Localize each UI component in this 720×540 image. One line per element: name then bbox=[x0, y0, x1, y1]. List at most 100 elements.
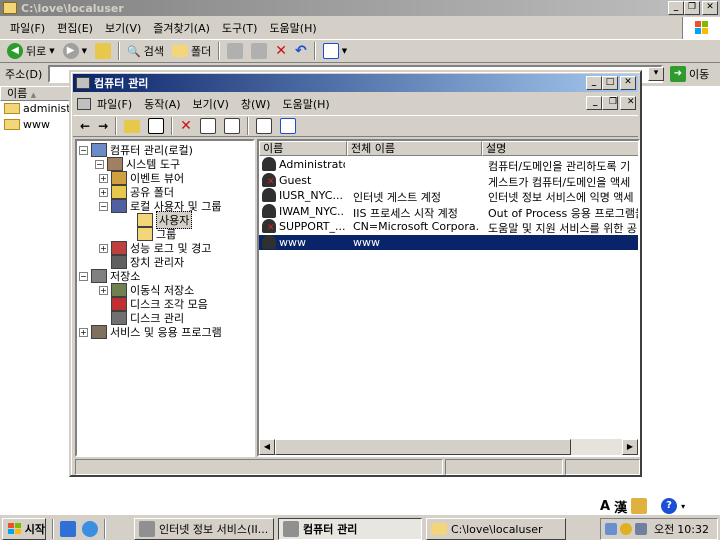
user-row[interactable]: www www bbox=[259, 234, 638, 250]
move-to-button[interactable] bbox=[223, 41, 247, 61]
go-button[interactable]: ➜ 이동 bbox=[666, 64, 713, 84]
expand-icon[interactable]: + bbox=[99, 243, 108, 253]
up-one-level-button[interactable] bbox=[120, 116, 144, 136]
menu-window[interactable]: 창(W) bbox=[235, 96, 277, 112]
menu-edit[interactable]: 편집(E) bbox=[51, 20, 99, 36]
ime-hanja-button[interactable]: 漢 bbox=[614, 497, 627, 516]
task-button-explorer[interactable]: C:\love\localuser bbox=[426, 518, 566, 540]
tree-node[interactable]: + 이벤트 뷰어 bbox=[99, 171, 184, 185]
user-row[interactable]: ✕ SUPPORT_... CN=Microsoft Corpora... 도움말 및… bbox=[259, 219, 638, 235]
search-button[interactable]: 🔍 검색 bbox=[123, 41, 168, 61]
copy-to-button[interactable] bbox=[247, 41, 271, 61]
column-header-name[interactable]: 이름 bbox=[259, 141, 347, 156]
tree-node[interactable]: − 저장소 bbox=[79, 269, 140, 283]
collapse-icon[interactable]: − bbox=[79, 271, 88, 281]
scroll-thumb[interactable] bbox=[275, 439, 571, 455]
tree-node[interactable]: + 공유 폴더 bbox=[99, 185, 174, 199]
collapse-icon[interactable]: − bbox=[79, 145, 88, 155]
clock[interactable]: 10:32 bbox=[677, 523, 709, 536]
start-button[interactable]: 시작 bbox=[2, 518, 46, 540]
restore-button[interactable]: ❐ bbox=[684, 1, 700, 15]
close-button[interactable]: ✕ bbox=[620, 76, 636, 90]
user-row[interactable]: IUSR_NYC... 인터넷 게스트 계정 인터넷 정보 서비스에 익명 액세 bbox=[259, 188, 638, 204]
minimize-button[interactable]: _ bbox=[586, 76, 602, 90]
expand-icon[interactable]: + bbox=[79, 327, 88, 337]
tree-node[interactable]: 사용자 bbox=[125, 211, 193, 229]
tree-node[interactable]: 그룹 bbox=[125, 227, 176, 241]
show-tree-button[interactable] bbox=[144, 116, 168, 136]
scroll-right-button[interactable]: ▶ bbox=[622, 439, 638, 455]
child-close-button[interactable]: ✕ bbox=[620, 96, 636, 110]
help-button[interactable] bbox=[252, 116, 276, 136]
cell-name: IWAM_NYC... bbox=[279, 204, 345, 218]
menu-view[interactable]: 보기(V) bbox=[99, 20, 147, 36]
file-list-header[interactable]: 이름 ▲ bbox=[0, 86, 70, 101]
minimize-button[interactable]: _ bbox=[668, 1, 684, 15]
tree-node[interactable]: 디스크 조각 모음 bbox=[99, 297, 208, 311]
ime-pad-icon[interactable] bbox=[631, 498, 648, 514]
back-button[interactable]: ← bbox=[76, 116, 94, 136]
child-restore-button[interactable]: ❐ bbox=[602, 96, 618, 110]
network-icon[interactable] bbox=[605, 523, 617, 535]
menu-help[interactable]: 도움말(H) bbox=[276, 96, 335, 112]
tree-node[interactable]: + 서비스 및 응용 프로그램 bbox=[79, 325, 222, 339]
user-row[interactable]: Administrator컴퓨터/도메인을 관리하도록 기 bbox=[259, 157, 638, 173]
delete-button[interactable]: ✕ bbox=[271, 41, 291, 61]
tree-node[interactable]: 장치 관리자 bbox=[99, 255, 184, 269]
tree-node[interactable]: + 성능 로그 및 경고 bbox=[99, 241, 211, 255]
security-shield-icon[interactable] bbox=[620, 523, 632, 535]
task-button-iis[interactable]: 인터넷 정보 서비스(II... bbox=[134, 518, 274, 540]
expand-icon[interactable]: + bbox=[99, 187, 108, 197]
folders-button[interactable]: 폴더 bbox=[168, 41, 215, 61]
menu-help[interactable]: 도움말(H) bbox=[263, 20, 322, 36]
tree-node[interactable]: 디스크 관리 bbox=[99, 311, 184, 325]
column-header-full-name[interactable]: 전체 이름 bbox=[347, 141, 482, 156]
menu-action[interactable]: 동작(A) bbox=[138, 96, 186, 112]
collapse-icon[interactable]: − bbox=[95, 159, 104, 169]
task-button-computer-management[interactable]: 컴퓨터 관리 bbox=[278, 518, 422, 540]
horizontal-scrollbar[interactable]: ◀ ▶ bbox=[259, 439, 638, 455]
language-bar-options-icon[interactable]: ▾ bbox=[681, 502, 685, 511]
mmc-titlebar[interactable]: 컴퓨터 관리 _ □ ✕ bbox=[73, 74, 638, 92]
ime-status-icon[interactable] bbox=[635, 523, 647, 535]
console-icon[interactable] bbox=[77, 97, 91, 110]
maximize-button[interactable]: □ bbox=[602, 76, 618, 90]
explorer-titlebar[interactable]: C:\love\localuser _ ❐ ✕ bbox=[0, 0, 720, 16]
user-row[interactable]: ✕ Guest 게스트가 컴퓨터/도메인을 액세 bbox=[259, 172, 638, 189]
user-row[interactable]: IWAM_NYC... IIS 프로세스 시작 계정 Out of Process … bbox=[259, 203, 638, 220]
close-button[interactable]: ✕ bbox=[702, 1, 718, 15]
file-item[interactable]: www bbox=[4, 118, 50, 131]
up-folder-button[interactable] bbox=[91, 41, 115, 61]
undo-button[interactable]: ↶ bbox=[291, 41, 311, 61]
console-tree-button[interactable] bbox=[276, 116, 300, 136]
windows-flag-icon bbox=[8, 523, 21, 534]
child-minimize-button[interactable]: _ bbox=[586, 96, 602, 110]
menu-file[interactable]: 파일(F) bbox=[91, 96, 138, 112]
tree-node[interactable]: − 시스템 도구 bbox=[95, 157, 180, 171]
file-item[interactable]: administr bbox=[4, 102, 75, 115]
internet-explorer-icon[interactable] bbox=[82, 521, 98, 537]
delete-button[interactable]: ✕ bbox=[176, 116, 196, 136]
back-button[interactable]: ◀ 뒤로 ▼ bbox=[3, 41, 59, 61]
tree-node[interactable]: − 컴퓨터 관리(로컬) bbox=[79, 143, 193, 157]
column-header-description[interactable]: 설명 bbox=[482, 141, 638, 156]
expand-icon[interactable]: + bbox=[99, 173, 108, 183]
export-list-button[interactable] bbox=[220, 116, 244, 136]
ime-english-button[interactable]: A bbox=[600, 499, 610, 514]
menu-view[interactable]: 보기(V) bbox=[187, 96, 235, 112]
help-icon[interactable]: ? bbox=[661, 498, 678, 514]
menu-tools[interactable]: 도구(T) bbox=[216, 20, 264, 36]
views-button[interactable]: ▼ bbox=[319, 41, 351, 61]
forward-button[interactable]: → bbox=[94, 116, 112, 136]
properties-button[interactable] bbox=[196, 116, 220, 136]
menu-file[interactable]: 파일(F) bbox=[4, 20, 51, 36]
forward-button[interactable]: ▶ ▼ bbox=[59, 41, 91, 61]
menu-favorites[interactable]: 즐겨찾기(A) bbox=[147, 20, 216, 36]
show-desktop-icon[interactable] bbox=[60, 521, 76, 537]
ime-mode-label[interactable]: 오전 bbox=[654, 521, 674, 537]
scroll-left-button[interactable]: ◀ bbox=[259, 439, 275, 455]
expand-icon[interactable]: + bbox=[99, 285, 108, 295]
collapse-icon[interactable]: − bbox=[99, 201, 108, 211]
tree-node[interactable]: + 이동식 저장소 bbox=[99, 283, 194, 297]
address-dropdown-button[interactable]: ▾ bbox=[648, 67, 664, 81]
